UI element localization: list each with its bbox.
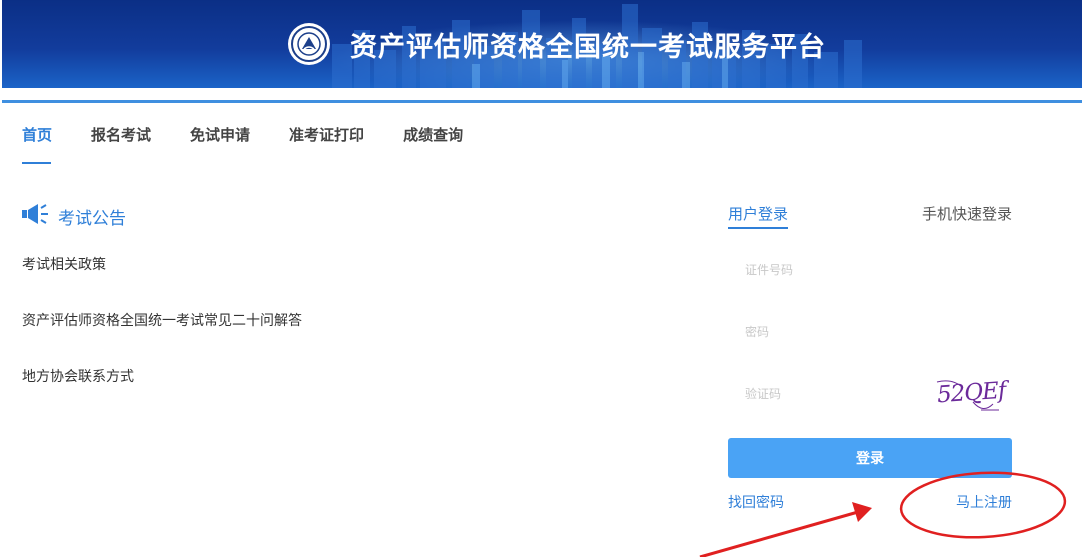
notices-title: 考试公告 [58,208,126,229]
nav-item-exemption[interactable]: 免试申请 [190,124,250,164]
notice-list: 考试相关政策 资产评估师资格全国统一考试常见二十问解答 地方协会联系方式 [22,254,302,422]
nav-item-admission-ticket[interactable]: 准考证打印 [289,124,364,164]
site-title: 资产评估师资格全国统一考试服务平台 [288,18,826,70]
nav-item-register-exam[interactable]: 报名考试 [91,124,151,164]
notices-header: 考试公告 [22,203,126,229]
annotation-arrow [699,502,872,557]
emblem-logo-icon [288,23,330,65]
site-title-text: 资产评估师资格全国统一考试服务平台 [350,31,826,63]
login-button[interactable]: 登录 [728,438,1012,478]
header-banner: 资产评估师资格全国统一考试服务平台 [2,0,1082,88]
nav-item-home[interactable]: 首页 [22,124,52,164]
tab-user-login[interactable]: 用户登录 [728,203,789,229]
captcha-input[interactable] [728,374,908,414]
register-now-link[interactable]: 马上注册 [956,492,1012,512]
login-tabs: 用户登录 手机快速登录 [728,200,1012,230]
captcha-code-text: 52QEf [936,377,1007,409]
header-divider [2,100,1082,103]
page: 资产评估师资格全国统一考试服务平台 首页 报名考试 免试申请 准考证打印 成绩查… [0,0,1082,557]
password-input[interactable] [728,312,1012,352]
tab-phone-login[interactable]: 手机快速登录 [922,203,1012,224]
login-panel: 用户登录 手机快速登录 52QEf 登录 找回密码 马上注册 [728,200,1012,511]
notice-item-policy[interactable]: 考试相关政策 [22,254,302,310]
megaphone-icon [22,203,50,229]
notice-item-faq[interactable]: 资产评估师资格全国统一考试常见二十问解答 [22,310,302,366]
id-number-input[interactable] [728,250,1012,290]
notice-item-contacts[interactable]: 地方协会联系方式 [22,366,302,422]
captcha-image[interactable]: 52QEf [933,374,1006,416]
nav-item-score-query[interactable]: 成绩查询 [403,124,463,164]
forgot-password-link[interactable]: 找回密码 [728,492,784,512]
main-nav: 首页 报名考试 免试申请 准考证打印 成绩查询 [22,124,502,164]
